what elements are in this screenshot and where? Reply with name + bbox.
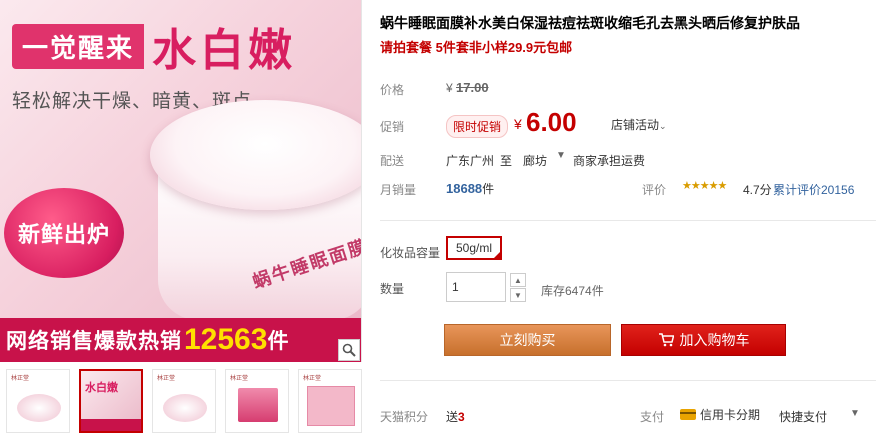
- buy-now-button[interactable]: 立刻购买: [444, 324, 611, 356]
- promo-tag: 限时促销: [446, 115, 509, 138]
- monthly-sales-label: 月销量: [380, 183, 417, 197]
- monthly-sales-count: 18688件: [446, 180, 494, 197]
- size-option-50g[interactable]: 50g/ml: [446, 236, 502, 260]
- product-title: 蜗牛睡眠面膜补水美白保湿祛痘祛斑收缩毛孔去黑头晒后修复护肤品: [380, 15, 800, 31]
- sales-banner-number: 12563: [184, 323, 268, 356]
- shop-promo-label: 店铺活动: [611, 118, 660, 132]
- caret-down-icon[interactable]: ▼: [556, 150, 566, 161]
- chevron-down-icon: ⌄: [659, 121, 667, 131]
- thumbnail-brand: 林正堂: [303, 376, 322, 382]
- promo-price: 6.00: [526, 107, 577, 137]
- sales-banner: 网络销售爆款热销 12563 件: [0, 318, 361, 362]
- shipping-fee: 商家承担运费: [573, 154, 646, 168]
- zoom-button[interactable]: [338, 339, 360, 361]
- shop-promo-dropdown[interactable]: 店铺活动⌄: [611, 116, 667, 133]
- thumbnail-2[interactable]: 水白嫩: [79, 369, 143, 433]
- add-to-cart-button[interactable]: 加入购物车: [621, 324, 786, 356]
- ship-from: 广东广州: [446, 154, 495, 168]
- sales-banner-unit: 件: [267, 330, 289, 353]
- thumbnail-5[interactable]: 林正堂: [298, 369, 362, 433]
- ship-to-word: 至: [500, 154, 513, 168]
- product-subtitle: 请拍套餐 5件套非小样29.9元包邮: [380, 40, 573, 55]
- rating-score: 4.7分: [743, 183, 772, 197]
- original-price-value: 17.00: [456, 80, 489, 95]
- star-rating-icon: ★★★★★: [682, 180, 727, 192]
- original-price: ¥ 17.00: [446, 80, 489, 95]
- product-jar-image: 蜗牛睡眠面膜: [140, 100, 361, 330]
- thumbnail-hero: 水白嫩: [81, 371, 141, 431]
- credit-installment-option[interactable]: 信用卡分期: [680, 406, 760, 423]
- size-option-text: 50g/ml: [455, 241, 493, 255]
- thumbnail-hero-banner: [81, 419, 141, 431]
- quantity-input[interactable]: [446, 272, 506, 302]
- product-info: 蜗牛睡眠面膜补水美白保湿祛痘祛斑收缩毛孔去黑头晒后修复护肤品 请拍套餐 5件套非…: [380, 0, 876, 440]
- cart-icon: [658, 333, 674, 347]
- size-label: 化妆品容量: [380, 246, 441, 260]
- thumbnail-package: [307, 386, 355, 426]
- caret-down-icon[interactable]: ▼: [850, 408, 860, 419]
- main-product-image[interactable]: 一觉醒来 水白嫩 轻松解决干燥、暗黄、斑点 蜗牛睡眠面膜 新鲜出炉 网络销售爆款…: [0, 0, 362, 362]
- tmall-points-number: 3: [458, 410, 465, 424]
- section-divider: [380, 220, 876, 221]
- quantity-label: 数量: [380, 282, 405, 296]
- thumbnail-jar: [163, 394, 207, 422]
- magnifier-icon: [342, 343, 356, 357]
- currency-symbol: ¥: [446, 81, 453, 95]
- thumbnail-brand: 林正堂: [230, 376, 249, 382]
- promo-currency: ¥: [514, 116, 522, 132]
- tmall-points-prefix: 送: [446, 410, 459, 424]
- credit-installment-label: 信用卡分期: [700, 408, 761, 422]
- ship-destination[interactable]: 廊坊: [523, 152, 547, 169]
- promo-label: 促销: [380, 120, 405, 134]
- section-divider: [380, 380, 876, 381]
- add-to-cart-label: 加入购物车: [679, 332, 750, 348]
- hero-headline-prefix: 一觉醒来: [12, 23, 145, 69]
- hero-headline: 一觉醒来 水白嫩: [12, 18, 296, 75]
- payment-label: 支付: [640, 410, 665, 424]
- thumbnail-brand: 林正堂: [11, 376, 30, 382]
- fresh-badge: 新鲜出炉: [4, 188, 124, 278]
- thumbnail-4[interactable]: 林正堂: [225, 369, 289, 433]
- monthly-sales-value: 18688: [446, 181, 483, 196]
- product-gallery: 一觉醒来 水白嫩 轻松解决干燥、暗黄、斑点 蜗牛睡眠面膜 新鲜出炉 网络销售爆款…: [0, 0, 362, 440]
- quick-pay-option[interactable]: 快捷支付: [779, 408, 827, 425]
- thumbnail-1[interactable]: 林正堂: [6, 369, 70, 433]
- selected-check-icon: [492, 250, 502, 260]
- sales-banner-text: 网络销售爆款热销: [6, 330, 182, 353]
- thumbnail-hero-text: 水白嫩: [85, 382, 118, 394]
- quantity-increase-button[interactable]: ▲: [510, 273, 526, 287]
- price-label: 价格: [380, 83, 405, 97]
- shipping-label: 配送: [380, 154, 405, 168]
- hero-headline-main: 水白嫩: [152, 26, 297, 75]
- review-label: 评价: [642, 183, 667, 197]
- monthly-sales-unit: 件: [482, 182, 495, 196]
- review-count-link[interactable]: 累计评价20156: [773, 181, 854, 198]
- thumbnail-strip: 林正堂 水白嫩 林正堂 林正堂 林正堂: [0, 369, 362, 435]
- tmall-points-value: 送3: [446, 408, 465, 425]
- thumbnail-brand: 林正堂: [157, 376, 176, 382]
- stock-count: 库存6474件: [541, 284, 604, 298]
- tmall-points-label: 天猫积分: [380, 410, 429, 424]
- thumbnail-box: [238, 388, 278, 422]
- credit-card-icon: [680, 409, 696, 420]
- thumbnail-jar: [17, 394, 61, 422]
- thumbnail-3[interactable]: 林正堂: [152, 369, 216, 433]
- quantity-decrease-button[interactable]: ▼: [510, 288, 526, 302]
